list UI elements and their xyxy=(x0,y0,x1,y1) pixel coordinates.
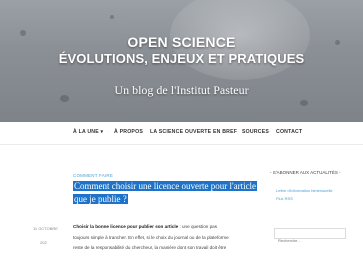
post-date-line2: 202 xyxy=(40,240,47,245)
post-excerpt-line2: toujours simple à trancher. En effet, si… xyxy=(73,234,229,240)
post-category-link[interactable]: COMMENT FAIRE xyxy=(73,173,113,178)
site-tagline: Un blog de l'Institut Pasteur xyxy=(114,83,249,97)
post-title[interactable]: Comment choisir une licence ouverte pour… xyxy=(73,180,273,206)
banner-texture xyxy=(300,100,308,106)
post-title-line1[interactable]: Comment choisir une licence ouverte pour… xyxy=(73,181,258,191)
main-navigation: À LA UNE ▾ · À PROPOS · LA SCIENCE OUVER… xyxy=(0,122,363,145)
nav-item-contact[interactable]: CONTACT xyxy=(276,129,302,135)
post-excerpt-lead: Choisir la bonne licence pour publier so… xyxy=(73,224,179,229)
post-date-line1: 11 OCTOBRE xyxy=(33,226,58,231)
subscribe-widget-title: - S'ABONNER AUX ACTUALITÉS - xyxy=(270,170,341,175)
nav-item-sources[interactable]: SOURCES xyxy=(242,129,269,135)
post-title-line2[interactable]: que je publie ? xyxy=(73,194,128,204)
nav-item-a-propos[interactable]: À PROPOS xyxy=(114,129,143,135)
post-excerpt-line3: reste de la responsabilité du chercheur,… xyxy=(73,245,227,250)
post-excerpt-line1: : une question pas xyxy=(178,224,217,229)
site-header-banner: OPEN SCIENCE ÉVOLUTIONS, ENJEUX ET PRATI… xyxy=(0,0,363,122)
newsletter-link[interactable]: Lettre d'information bimensuelle xyxy=(276,188,333,193)
site-title-line2[interactable]: ÉVOLUTIONS, ENJEUX ET PRATIQUES xyxy=(0,51,363,66)
nav-item-a-la-une[interactable]: À LA UNE ▾ xyxy=(73,129,103,135)
sidebar-search-box[interactable] xyxy=(274,228,346,245)
nav-separator: · xyxy=(269,129,271,135)
banner-texture xyxy=(110,15,114,19)
site-title-line1[interactable]: OPEN SCIENCE xyxy=(0,34,363,50)
nav-separator: · xyxy=(234,129,236,135)
nav-separator: · xyxy=(107,129,109,135)
nav-separator: · xyxy=(142,129,144,135)
rss-feed-link[interactable]: Flux RSS xyxy=(276,196,293,201)
nav-item-science-ouverte[interactable]: LA SCIENCE OUVERTE EN BREF xyxy=(150,129,237,135)
post-excerpt: Choisir la bonne licence pour publier so… xyxy=(73,222,263,254)
search-input[interactable] xyxy=(275,236,345,245)
